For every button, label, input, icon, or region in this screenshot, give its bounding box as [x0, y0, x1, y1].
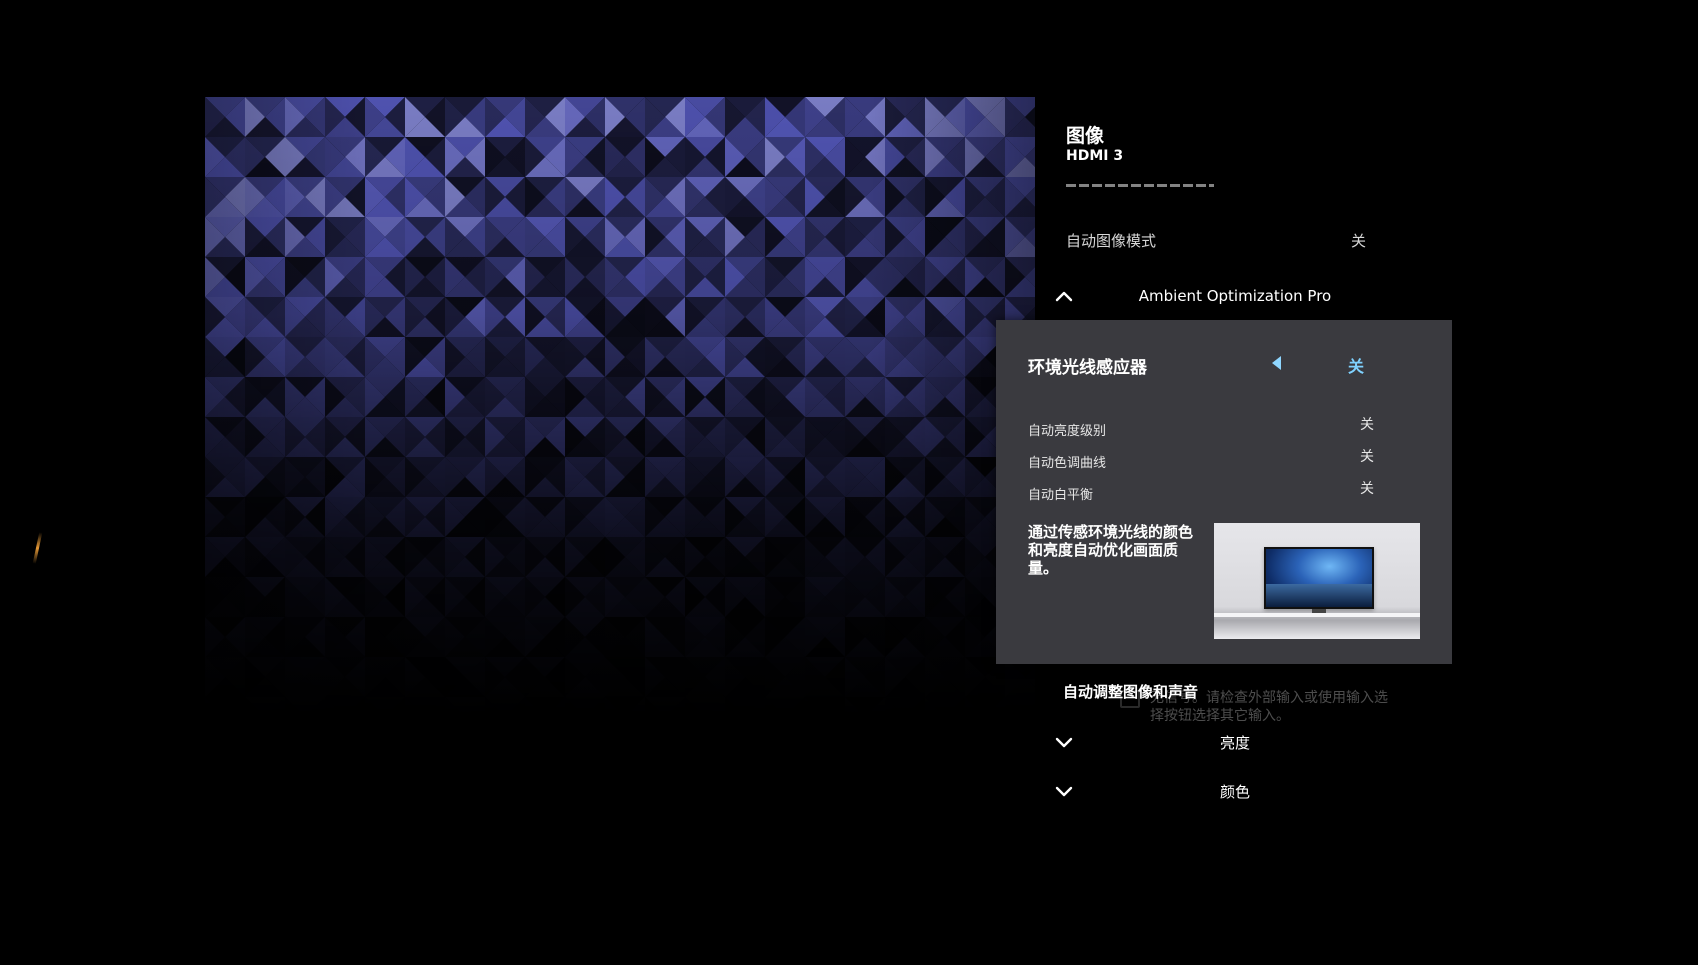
color-section[interactable]: 颜色 — [1054, 779, 1354, 803]
light-streak — [32, 532, 43, 564]
auto-picture-mode-value: 关 — [1350, 232, 1366, 250]
panel-description: 通过传感环境光线的颜色和亮度自动优化画面质量。 — [1028, 523, 1194, 577]
ambient-light-sensor-panel: 环境光线感应器 关 自动亮度级别 关 自动色调曲线 关 自动白平衡 关 通过传感… — [996, 320, 1452, 664]
color-label: 颜色 — [1219, 783, 1250, 801]
background-pattern-image — [205, 97, 1035, 817]
auto-adjust-picture-sound[interactable]: 自动调整图像和声音 — [1063, 681, 1198, 702]
auto-brightness-level-value: 关 — [1360, 417, 1374, 433]
auto-white-balance-label: 自动白平衡 — [1028, 488, 1094, 503]
triangle-left-icon[interactable] — [1270, 355, 1282, 371]
clipped-menu-item — [1066, 184, 1214, 187]
auto-tone-curve-value: 关 — [1360, 449, 1374, 465]
brightness-section[interactable]: 亮度 — [1054, 730, 1354, 754]
auto-tone-curve-row[interactable]: 自动色调曲线 关 — [1028, 449, 1374, 471]
auto-tone-curve-label: 自动色调曲线 — [1028, 456, 1107, 471]
auto-brightness-level-row[interactable]: 自动亮度级别 关 — [1028, 417, 1374, 439]
input-source-label: HDMI 3 — [1066, 148, 1124, 164]
auto-brightness-level-label: 自动亮度级别 — [1028, 424, 1107, 439]
auto-picture-mode-label: 自动图像模式 — [1066, 232, 1157, 250]
ambient-optimization-section[interactable]: Ambient Optimization Pro — [1054, 285, 1354, 309]
ambient-light-sensor-heading: 环境光线感应器 — [1028, 358, 1147, 378]
auto-white-balance-row[interactable]: 自动白平衡 关 — [1028, 481, 1374, 503]
tv-screen: 图像 HDMI 3 自动图像模式 关 Ambient Optimization … — [0, 0, 1698, 965]
tv-illustration — [1264, 547, 1374, 609]
ambient-light-sensor-value[interactable]: 关 — [1348, 353, 1364, 377]
auto-picture-mode-row[interactable]: 自动图像模式 关 — [1066, 230, 1366, 251]
menu-title: 图像 — [1066, 125, 1105, 147]
ambient-optimization-label: Ambient Optimization Pro — [1138, 287, 1332, 305]
tv-illustration-image — [1214, 523, 1420, 639]
auto-white-balance-value: 关 — [1360, 481, 1374, 497]
brightness-label: 亮度 — [1219, 734, 1250, 752]
